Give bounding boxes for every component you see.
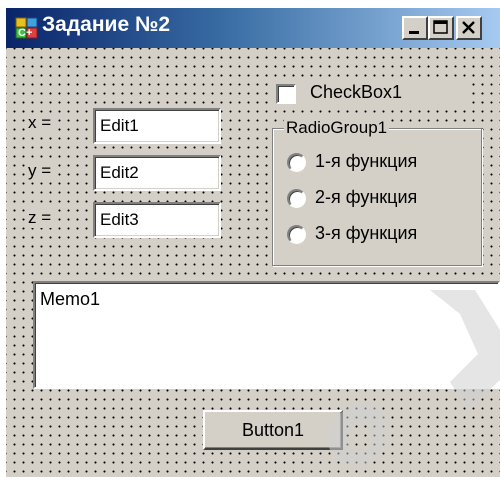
edit3-field[interactable]: Edit3 [93, 202, 221, 238]
checkbox1-box[interactable] [276, 84, 296, 104]
radio-item-2[interactable]: 2-я функция [287, 187, 477, 211]
radio-group1-caption: RadioGroup1 [284, 118, 390, 138]
checkbox1[interactable]: CheckBox1 [272, 80, 466, 106]
radio-group1: RadioGroup1 1-я функция 2-я функция 3-я … [272, 118, 482, 266]
cpp-builder-app-icon: C+ [15, 17, 38, 39]
form-client-area: x = y = z = Edit1 Edit2 Edit3 CheckBox1 … [6, 48, 500, 477]
radio-button-icon[interactable] [287, 189, 306, 208]
radio-button-icon[interactable] [287, 225, 306, 244]
label-z: z = [26, 208, 54, 228]
form-window: C+ Задание №2 x = y = z = Edit1 Edit2 Ed… [6, 8, 500, 477]
button1[interactable]: Button1 [203, 410, 343, 450]
svg-text:C+: C+ [18, 27, 32, 39]
label-y: y = [26, 161, 54, 181]
title-bar[interactable]: C+ Задание №2 [6, 8, 500, 48]
edit2-field[interactable]: Edit2 [93, 155, 221, 191]
minimize-button[interactable] [402, 16, 428, 40]
maximize-icon [433, 20, 448, 34]
radio-button-icon[interactable] [287, 153, 306, 172]
close-button[interactable] [456, 16, 482, 40]
label-x: x = [26, 113, 54, 133]
window-title: Задание №2 [42, 13, 171, 36]
radio-item-3[interactable]: 3-я функция [287, 223, 477, 247]
checkbox1-label: CheckBox1 [310, 82, 403, 102]
radio-item-1[interactable]: 1-я функция [287, 151, 477, 175]
minimize-icon [409, 31, 419, 34]
edit1-field[interactable]: Edit1 [93, 108, 221, 144]
radio-item-2-label: 2-я функция [315, 187, 418, 207]
memo1[interactable]: Memo1 [33, 281, 500, 389]
maximize-button[interactable] [428, 16, 454, 40]
radio-item-3-label: 3-я функция [315, 223, 418, 243]
radio-item-1-label: 1-я функция [315, 151, 418, 171]
close-icon [462, 21, 475, 34]
